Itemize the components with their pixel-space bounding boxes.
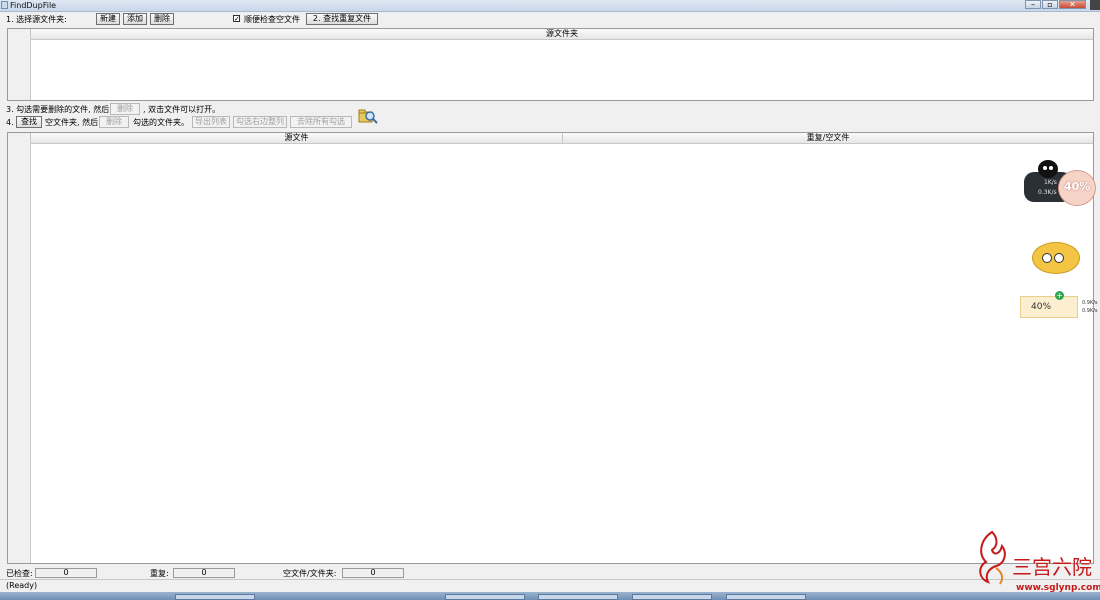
step4-label-b: 勾选的文件夹。 — [133, 118, 189, 127]
phoenix-logo-icon — [972, 528, 1012, 586]
title-bar — [0, 0, 1100, 12]
step1-label: 1. 选择源文件夹: — [6, 15, 67, 24]
status-divider — [0, 579, 1100, 580]
checked-count: 0 — [35, 568, 97, 578]
export-list-button[interactable]: 导出列表 — [192, 116, 230, 128]
find-empty-button[interactable]: 查找 — [16, 116, 42, 128]
close-button[interactable]: ✕ — [1059, 0, 1086, 9]
checked-label: 已检查: — [6, 569, 33, 578]
find-duplicates-button[interactable]: 2. 查找重复文件 — [306, 13, 378, 25]
new-button[interactable]: 新建 — [96, 13, 120, 25]
taskbar-item[interactable] — [538, 594, 618, 600]
empty-count: 0 — [342, 568, 404, 578]
plus-icon[interactable]: + — [1055, 291, 1064, 300]
window-title: FindDupFile — [10, 1, 57, 10]
results-list-gutter — [8, 133, 31, 563]
percent-badge: 40% — [1064, 180, 1091, 193]
fish-widget-icon[interactable] — [1032, 242, 1080, 274]
source-file-column-header[interactable]: 源文件 — [31, 133, 563, 144]
select-right-column-button[interactable]: 勾选右边整列 — [233, 116, 287, 128]
minimize-button[interactable]: – — [1025, 0, 1041, 9]
source-folder-header[interactable]: 源文件夹 — [31, 29, 1093, 40]
app-icon — [1, 1, 8, 9]
check-empty-label: 顺便检查空文件 — [244, 15, 300, 24]
delete-files-button[interactable]: 删除 — [110, 103, 140, 115]
duplicate-label: 重复: — [150, 569, 169, 578]
add-button[interactable]: 添加 — [123, 13, 147, 25]
net-speed-down: 0.3K/s — [1038, 189, 1057, 196]
source-folder-list[interactable]: 源文件夹 — [7, 28, 1094, 101]
delete-folder-button[interactable]: 删除 — [150, 13, 174, 25]
taskbar-item[interactable] — [445, 594, 525, 600]
maximize-button[interactable]: ▫ — [1042, 0, 1058, 9]
search-folder-icon[interactable] — [358, 107, 378, 125]
taskbar-item[interactable] — [726, 594, 806, 600]
anime-percent-widget[interactable]: 40% — [1058, 170, 1096, 206]
corner-shadow — [1090, 0, 1100, 10]
meter-down: 0.9K/s — [1082, 308, 1098, 314]
results-list[interactable]: 源文件 重复/空文件 — [7, 132, 1094, 564]
check-empty-checkbox[interactable]: ✓ — [233, 15, 240, 23]
status-text: (Ready) — [6, 581, 38, 590]
meter-percent: 40% — [1031, 302, 1052, 312]
duplicate-count: 0 — [173, 568, 235, 578]
delete-folders-button[interactable]: 删除 — [99, 116, 129, 128]
clear-selection-button[interactable]: 去除所有勾选 — [290, 116, 352, 128]
step4-prefix: 4. — [6, 118, 14, 127]
step3-label: 3. 勾选需要删除的文件, 然后 — [6, 105, 110, 114]
penguin-icon — [1038, 160, 1058, 178]
memory-meter-widget[interactable]: 40% + — [1020, 291, 1078, 318]
step3-hint: , 双击文件可以打开。 — [143, 105, 221, 114]
source-list-gutter — [8, 29, 31, 100]
duplicate-file-column-header[interactable]: 重复/空文件 — [563, 133, 1093, 144]
step4-label-a: 空文件夹, 然后 — [45, 118, 99, 127]
empty-label: 空文件/文件夹: — [283, 569, 337, 578]
watermark-text: 三宫六院 — [1012, 555, 1092, 579]
taskbar-item[interactable] — [175, 594, 255, 600]
taskbar-item[interactable] — [632, 594, 712, 600]
